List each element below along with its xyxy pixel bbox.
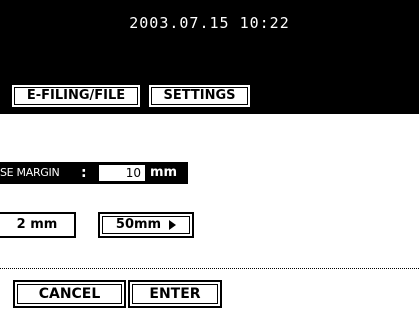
min-margin-label: 2 mm: [16, 217, 58, 232]
tab-e-filing-file[interactable]: E-FILING/FILE: [10, 83, 142, 109]
header-bar: 2003.07.15 10:22 E-FILING/FILE SETTINGS: [0, 0, 419, 114]
enter-button[interactable]: ENTER: [128, 280, 222, 308]
max-margin-button[interactable]: 50mm: [98, 212, 194, 238]
margin-value-field[interactable]: 10: [99, 165, 145, 181]
tab-settings[interactable]: SETTINGS: [147, 83, 252, 109]
margin-label: SE MARGIN: [0, 166, 60, 179]
datetime-display: 2003.07.15 10:22: [129, 14, 290, 32]
margin-setting: SE MARGIN : 10 mm: [0, 162, 188, 184]
play-arrow-right-icon: [169, 219, 177, 230]
margin-separator: :: [81, 165, 87, 181]
max-margin-label: 50mm: [115, 217, 162, 232]
margin-unit: mm: [150, 165, 178, 180]
min-margin-button[interactable]: 2 mm: [0, 212, 76, 238]
cancel-button[interactable]: CANCEL: [13, 280, 126, 308]
bottom-divider: [0, 268, 419, 269]
